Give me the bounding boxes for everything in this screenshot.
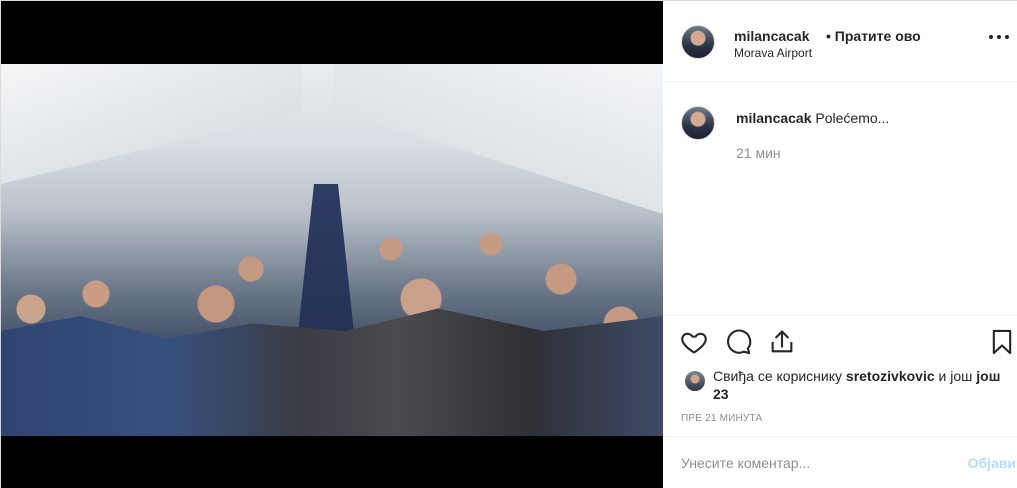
post-header: milancacak • Пратите ово Morava Airport <box>663 1 1017 82</box>
post-comment-button[interactable]: Објави <box>968 455 1016 471</box>
caption-time: 21 мин <box>736 145 781 161</box>
post-timestamp[interactable]: ПРЕ 21 МИНУТА <box>681 413 762 424</box>
caption-username[interactable]: milancacak <box>736 110 812 126</box>
follow-label[interactable]: Пратите ово <box>835 28 921 44</box>
post-actions: Свиђа се кориснику sretozivkovic и још ј… <box>663 315 1017 435</box>
post-photo[interactable] <box>1 64 663 436</box>
more-options-icon[interactable] <box>988 31 1010 43</box>
comment-input[interactable]: Унесите коментар... <box>681 455 810 471</box>
bookmark-icon[interactable] <box>988 328 1016 356</box>
author-username[interactable]: milancacak <box>734 28 810 44</box>
follow-button[interactable]: • Пратите ово <box>826 28 921 44</box>
instagram-post: milancacak • Пратите ово Morava Airport … <box>0 0 1017 488</box>
caption-body: Polećemo... <box>815 110 890 126</box>
post-sidebar: milancacak • Пратите ово Morava Airport … <box>663 1 1017 488</box>
likes-summary: Свиђа се кориснику sretozivkovic и још ј… <box>713 367 1003 403</box>
heart-icon[interactable] <box>680 328 708 356</box>
likes-suffix: и још <box>938 368 973 384</box>
share-icon[interactable] <box>768 328 796 356</box>
header-separator: • <box>826 28 831 44</box>
liker-avatar[interactable] <box>685 371 705 391</box>
author-avatar[interactable] <box>681 25 715 59</box>
liker-username[interactable]: sretozivkovic <box>846 368 935 384</box>
comment-bar: Унесите коментар... Објави <box>663 436 1017 488</box>
post-location[interactable]: Morava Airport <box>734 46 812 60</box>
caption-avatar[interactable] <box>681 106 715 140</box>
comment-icon[interactable] <box>724 328 752 356</box>
caption-text: milancacak Polećemo... <box>736 110 889 126</box>
post-media <box>1 1 663 488</box>
likes-prefix: Свиђа се кориснику <box>713 368 843 384</box>
